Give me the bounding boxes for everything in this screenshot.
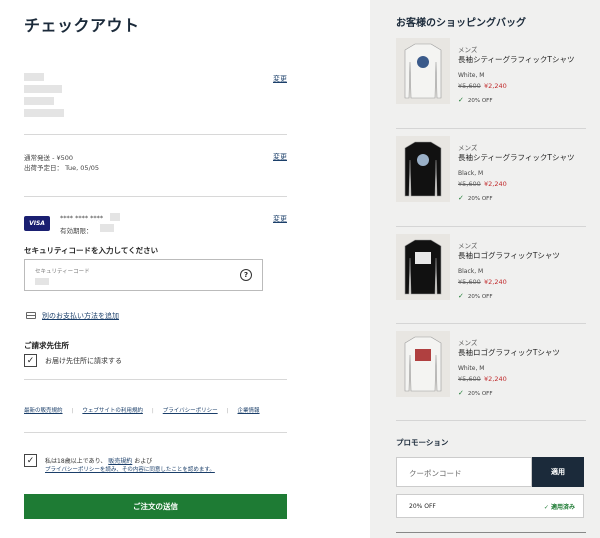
item-sale-price: ¥2,240 <box>484 82 507 90</box>
applied-code: 20% OFF <box>409 503 436 510</box>
divider <box>396 128 586 129</box>
shipping-eta: 出荷予定日： Tue, 05/05 <box>24 164 100 172</box>
item-color-size: White, M <box>458 365 485 372</box>
change-address-link[interactable]: 変更 <box>273 74 287 84</box>
card-expiry: 有効期限： <box>60 227 93 235</box>
coupon-placeholder: クーポンコード <box>409 469 462 478</box>
billing-same-checkbox[interactable]: ✓ <box>24 354 37 367</box>
item-discount: ✓ 20% OFF <box>458 292 493 300</box>
bag-item[interactable]: メンズ 長袖ロゴグラフィックTシャツ White, M ¥5,600 ¥2,24… <box>396 331 586 423</box>
item-name: 長袖ロゴグラフィックTシャツ <box>458 348 560 357</box>
tshirt-image <box>404 239 442 295</box>
item-sale-price: ¥2,240 <box>484 278 507 286</box>
company-info-link[interactable]: 企業情報 <box>238 408 260 414</box>
submit-order-button[interactable]: ご注文の送信 <box>24 494 287 519</box>
product-image <box>396 331 450 397</box>
check-icon: ✓ <box>458 389 464 397</box>
agreement-terms-link[interactable]: 販売規約 <box>108 458 132 465</box>
tshirt-image <box>404 43 442 99</box>
change-payment-link[interactable]: 変更 <box>273 214 287 224</box>
tshirt-image <box>404 336 442 392</box>
applied-promotion: 20% OFF ✓ 適用済み <box>396 494 584 518</box>
security-code-placeholder: セキュリティーコード <box>35 269 90 275</box>
item-category: メンズ <box>458 46 478 54</box>
shipping-method: 通常発送 - ¥500 <box>24 154 74 162</box>
item-color-size: Black, M <box>458 268 484 275</box>
divider <box>396 420 586 421</box>
privacy-policy-link[interactable]: プライバシーポリシー <box>163 408 218 414</box>
item-color-size: White, M <box>458 72 485 79</box>
divider <box>24 196 287 197</box>
item-discount: ✓ 20% OFF <box>458 389 493 397</box>
item-discount: ✓ 20% OFF <box>458 96 493 104</box>
discount-label: 20% OFF <box>467 391 493 397</box>
bag-item[interactable]: メンズ 長袖シティーグラフィックTシャツ White, M ¥5,600 ¥2,… <box>396 38 586 130</box>
security-code-input[interactable]: セキュリティーコード ? <box>24 259 263 291</box>
bag-item[interactable]: メンズ 長袖ロゴグラフィックTシャツ Black, M ¥5,600 ¥2,24… <box>396 234 586 326</box>
bag-title: お客様のショッピングバッグ <box>396 18 526 29</box>
card-expiry-blur <box>100 224 114 232</box>
item-category: メンズ <box>458 144 478 152</box>
item-original-price: ¥5,600 <box>458 375 481 383</box>
product-image <box>396 234 450 300</box>
divider <box>396 532 586 533</box>
card-number: **** **** **** <box>60 214 104 222</box>
card-number-blur <box>110 213 120 221</box>
product-image <box>396 38 450 104</box>
item-color-size: Black, M <box>458 170 484 177</box>
item-category: メンズ <box>458 339 478 347</box>
footer-links: 最新の販売規約 | ウェブサイトの利用規約 | プライバシーポリシー | 企業情報 <box>24 408 260 414</box>
add-payment-method-link[interactable]: 別のお支払い方法を追加 <box>42 311 119 321</box>
check-icon: ✓ <box>458 194 464 202</box>
divider <box>396 226 586 227</box>
agreement-suffix: および <box>134 458 153 465</box>
discount-label: 20% OFF <box>467 98 493 104</box>
coupon-code-input[interactable]: クーポンコード <box>396 457 532 487</box>
security-code-label: セキュリティコードを入力してください <box>24 246 159 255</box>
security-code-blur <box>35 278 49 285</box>
check-icon: ✓ <box>458 96 464 104</box>
item-name: 長袖シティーグラフィックTシャツ <box>458 55 575 64</box>
item-name: 長袖ロゴグラフィックTシャツ <box>458 251 560 260</box>
agreement-prefix: 私は18歳以上であり、 <box>45 458 107 465</box>
divider <box>24 134 287 135</box>
applied-status: ✓ 適用済み <box>543 504 575 511</box>
promotion-title: プロモーション <box>396 438 449 447</box>
checkout-panel: チェックアウト 変更 通常発送 - ¥500 出荷予定日： Tue, 05/05… <box>0 0 370 538</box>
website-terms-link[interactable]: ウェブサイトの利用規約 <box>82 408 143 414</box>
discount-label: 20% OFF <box>467 196 493 202</box>
check-icon: ✓ <box>458 292 464 300</box>
visa-card-icon: VISA <box>24 216 50 231</box>
address-blur-1 <box>24 73 44 81</box>
item-sale-price: ¥2,240 <box>484 180 507 188</box>
agreement-text: 私は18歳以上であり、 販売規約 および <box>45 456 152 465</box>
product-image <box>396 136 450 202</box>
item-category: メンズ <box>458 242 478 250</box>
discount-label: 20% OFF <box>467 294 493 300</box>
apply-coupon-button[interactable]: 適用 <box>532 457 584 487</box>
item-original-price: ¥5,600 <box>458 180 481 188</box>
terms-of-sale-link[interactable]: 最新の販売規約 <box>24 408 63 414</box>
page-title: チェックアウト <box>24 16 140 35</box>
credit-card-icon <box>26 312 36 319</box>
divider <box>396 323 586 324</box>
address-blur-2 <box>24 85 62 93</box>
agreement-checkbox[interactable]: ✓ <box>24 454 37 467</box>
item-sale-price: ¥2,240 <box>484 375 507 383</box>
bag-item[interactable]: メンズ 長袖シティーグラフィックTシャツ Black, M ¥5,600 ¥2,… <box>396 136 586 228</box>
item-discount: ✓ 20% OFF <box>458 194 493 202</box>
agreement-privacy-link[interactable]: プライバシーポリシーを読み、その内容に同意したことを認めます。 <box>45 465 215 473</box>
address-blur-4 <box>24 109 64 117</box>
divider <box>24 432 287 433</box>
help-icon[interactable]: ? <box>240 269 252 281</box>
divider <box>24 379 287 380</box>
item-original-price: ¥5,600 <box>458 82 481 90</box>
item-original-price: ¥5,600 <box>458 278 481 286</box>
address-blur-3 <box>24 97 54 105</box>
billing-same-label: お届け先住所に請求する <box>45 357 122 365</box>
tshirt-image <box>404 141 442 197</box>
item-name: 長袖シティーグラフィックTシャツ <box>458 153 575 162</box>
change-shipping-link[interactable]: 変更 <box>273 152 287 162</box>
billing-address-title: ご請求先住所 <box>24 341 69 350</box>
